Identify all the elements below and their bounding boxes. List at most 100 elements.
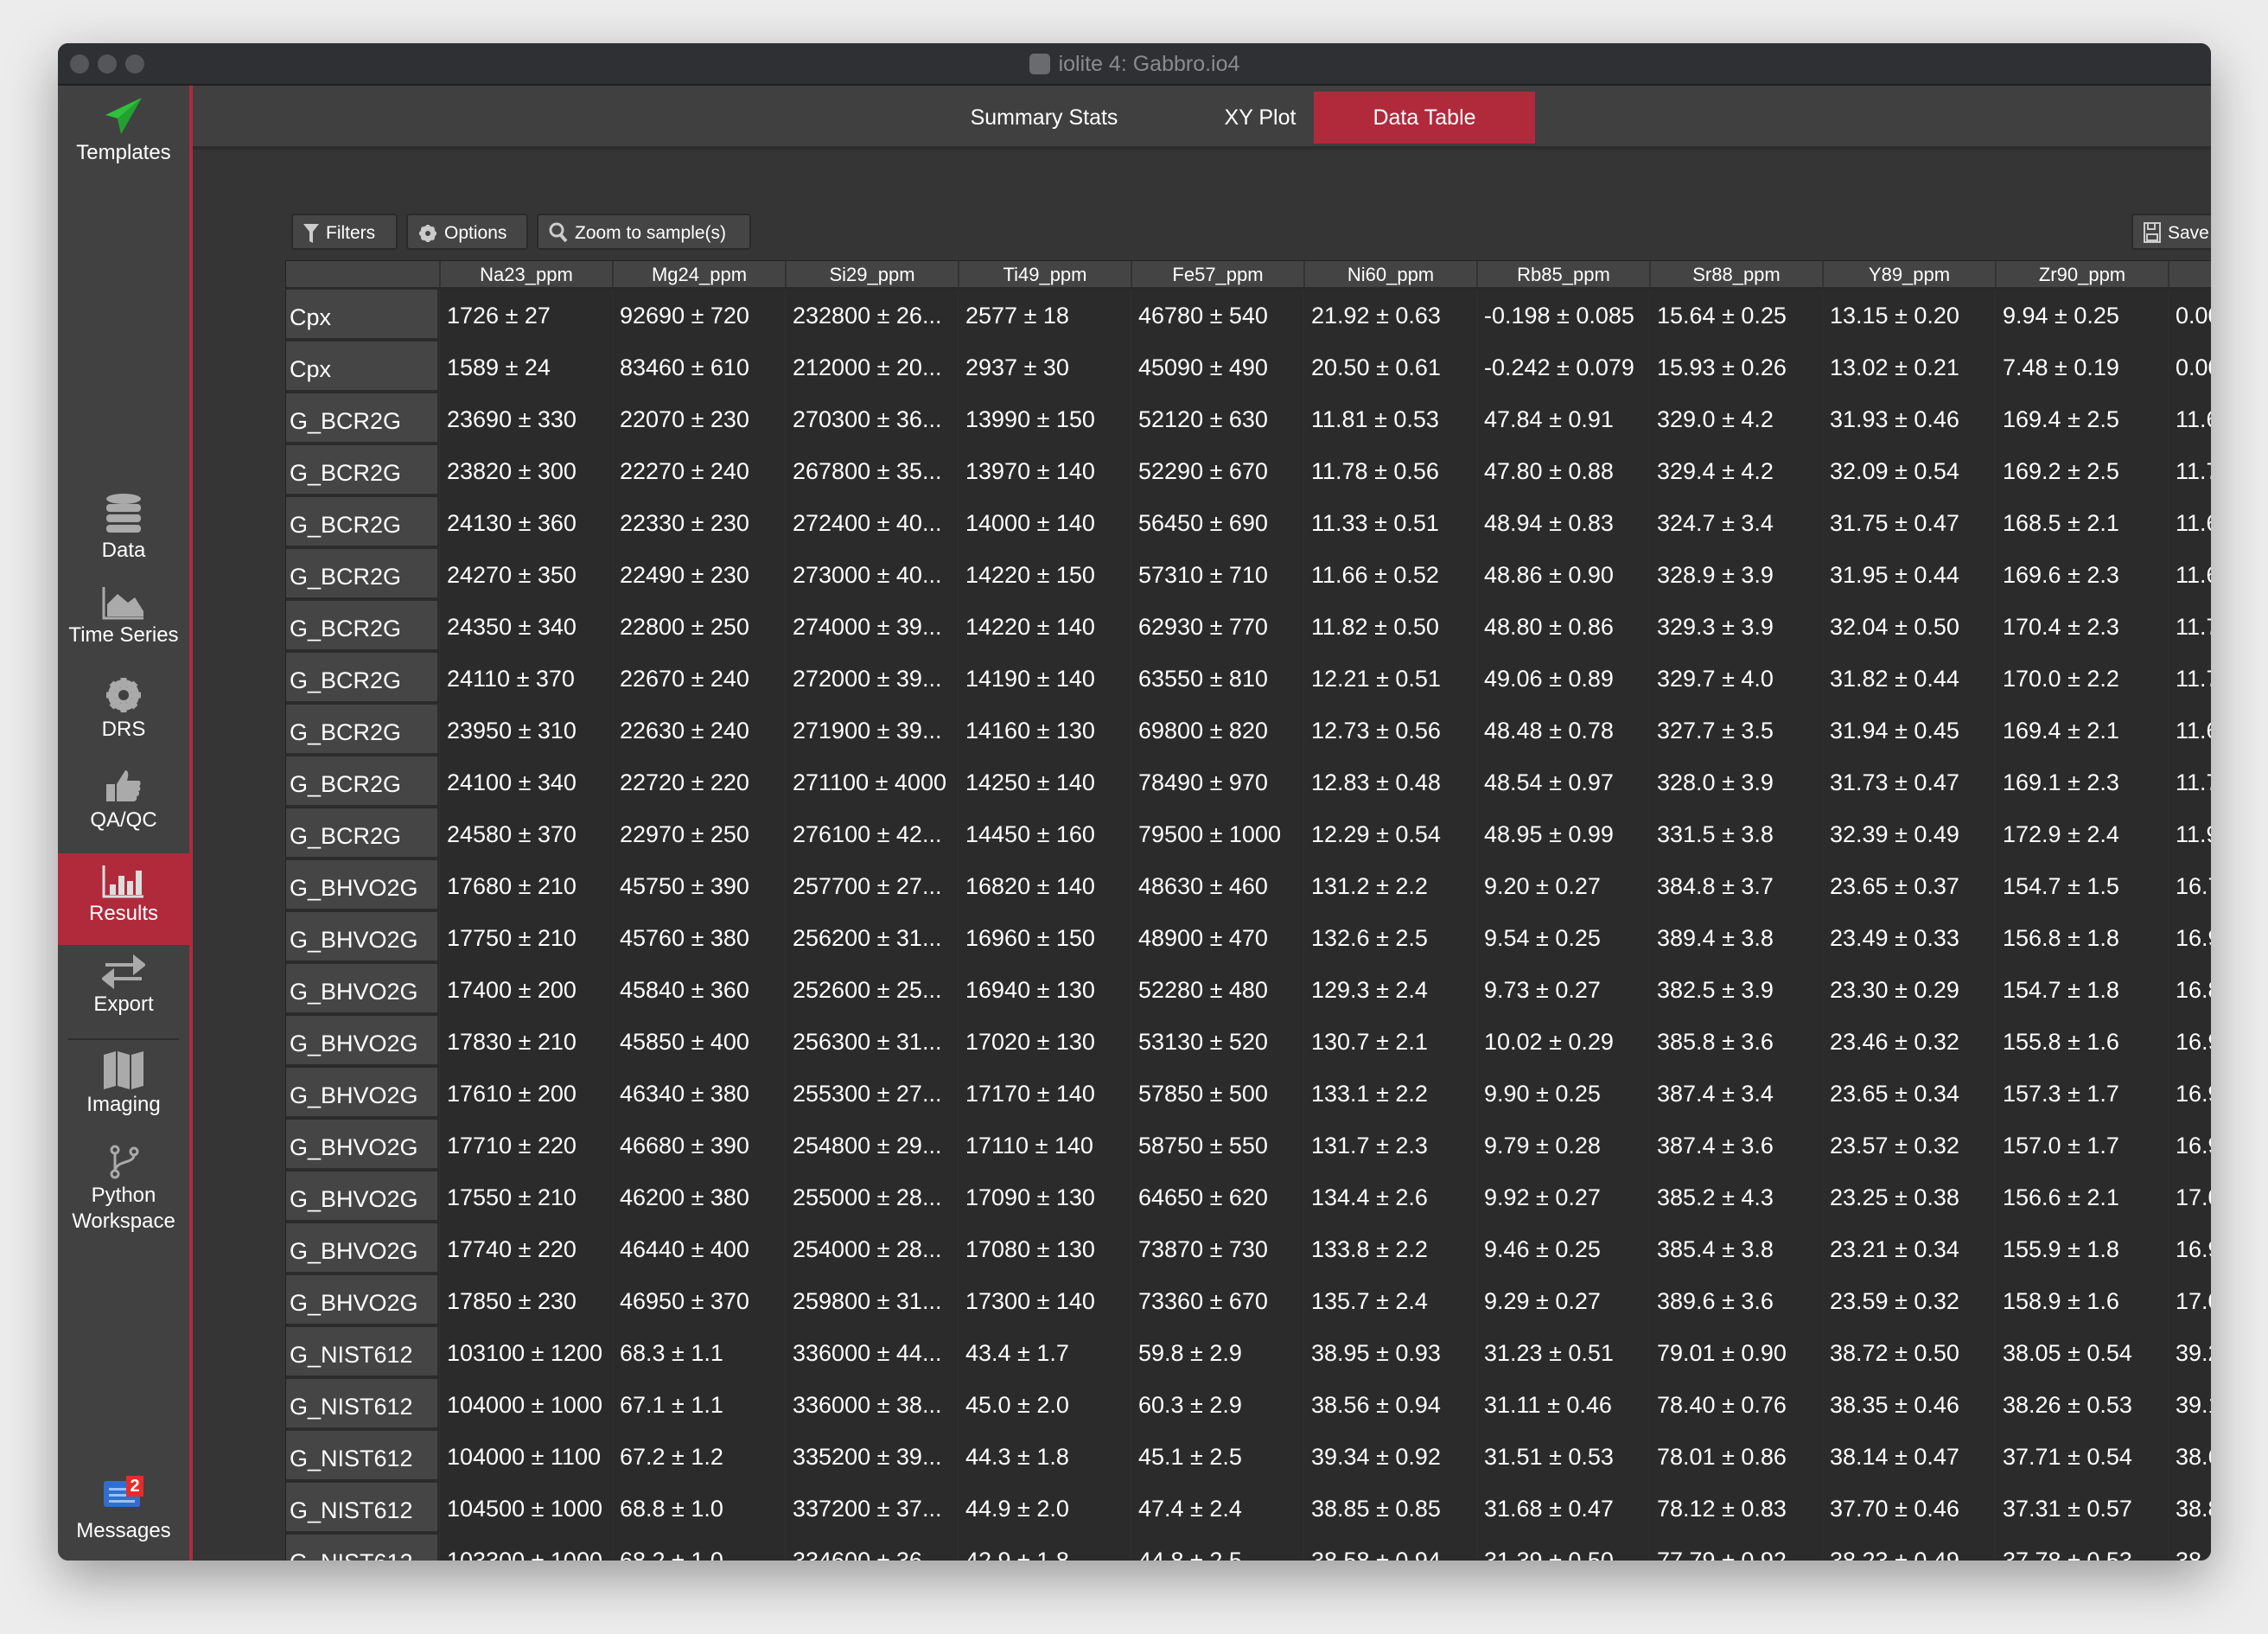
table-cell[interactable]: 38.6 bbox=[2168, 1431, 2211, 1483]
table-cell[interactable]: 11.65 bbox=[2168, 497, 2211, 549]
row-label[interactable]: G_BCR2G bbox=[286, 445, 437, 495]
table-cell[interactable]: 23.30 ± 0.29 bbox=[1822, 964, 1995, 1016]
table-row[interactable]: G_BCR2G 24270 ± 350 22490 ± 230 273000 ± 40… bbox=[286, 549, 2211, 601]
table-cell[interactable]: 337200 ± 37... bbox=[785, 1483, 958, 1535]
table-cell[interactable]: 385.4 ± 3.8 bbox=[1649, 1223, 1822, 1275]
table-cell[interactable]: 78.40 ± 0.76 bbox=[1649, 1379, 1822, 1431]
table-cell[interactable]: 38.26 ± 0.53 bbox=[1995, 1379, 2168, 1431]
table-cell[interactable]: 158.9 ± 1.6 bbox=[1995, 1275, 2168, 1327]
table-cell[interactable]: 31.23 ± 0.51 bbox=[1476, 1327, 1649, 1379]
table-cell[interactable]: 154.7 ± 1.5 bbox=[1995, 860, 2168, 912]
table-cell[interactable]: 38.35 ± 0.46 bbox=[1822, 1379, 1995, 1431]
tab-data-table[interactable]: Data Table bbox=[1314, 92, 1535, 144]
table-cell[interactable]: 12.21 ± 0.51 bbox=[1303, 653, 1476, 705]
table-cell[interactable]: 385.2 ± 4.3 bbox=[1649, 1171, 1822, 1223]
table-cell[interactable]: 48.86 ± 0.90 bbox=[1476, 549, 1649, 601]
row-label[interactable]: G_BCR2G bbox=[286, 705, 437, 755]
save-button[interactable]: Save ▼ bbox=[2131, 214, 2211, 250]
table-cell[interactable]: 49.06 ± 0.89 bbox=[1476, 653, 1649, 705]
table-cell[interactable]: 58750 ± 550 bbox=[1131, 1120, 1303, 1171]
table-cell[interactable]: 31.73 ± 0.47 bbox=[1822, 756, 1995, 808]
table-cell[interactable]: 9.92 ± 0.27 bbox=[1476, 1171, 1649, 1223]
table-row[interactable]: G_NIST612 104000 ± 1000 67.1 ± 1.1 336000 ±… bbox=[286, 1379, 2211, 1431]
table-row[interactable]: Cpx 1589 ± 24 83460 ± 610 212000 ± 20... 293… bbox=[286, 341, 2211, 393]
table-row[interactable]: G_NIST612 103100 ± 1200 68.3 ± 1.1 336000 ±… bbox=[286, 1327, 2211, 1379]
table-cell[interactable]: 334600 ± 36... bbox=[785, 1535, 958, 1561]
table-cell[interactable]: 255300 ± 27... bbox=[785, 1068, 958, 1120]
table-cell[interactable]: 387.4 ± 3.4 bbox=[1649, 1068, 1822, 1120]
table-cell[interactable]: 23.57 ± 0.32 bbox=[1822, 1120, 1995, 1171]
table-cell[interactable]: 22070 ± 230 bbox=[612, 393, 785, 445]
table-cell[interactable]: 23820 ± 300 bbox=[439, 445, 612, 497]
table-cell[interactable]: 22490 ± 230 bbox=[612, 549, 785, 601]
table-cell[interactable]: 2937 ± 30 bbox=[958, 341, 1131, 393]
column-header[interactable]: Ni60_ppm bbox=[1303, 261, 1476, 287]
table-row[interactable]: Cpx 1726 ± 27 92690 ± 720 232800 ± 26... 257… bbox=[286, 290, 2211, 341]
table-cell[interactable]: 37.70 ± 0.46 bbox=[1822, 1483, 1995, 1535]
table-cell[interactable]: 14220 ± 140 bbox=[958, 601, 1131, 653]
table-cell[interactable]: 1589 ± 24 bbox=[439, 341, 612, 393]
table-cell[interactable]: 31.75 ± 0.47 bbox=[1822, 497, 1995, 549]
table-cell[interactable]: 22330 ± 230 bbox=[612, 497, 785, 549]
table-cell[interactable]: 13.15 ± 0.20 bbox=[1822, 290, 1995, 341]
table-cell[interactable]: 38.72 ± 0.50 bbox=[1822, 1327, 1995, 1379]
table-cell[interactable]: 17080 ± 130 bbox=[958, 1223, 1131, 1275]
table-cell[interactable]: 31.51 ± 0.53 bbox=[1476, 1431, 1649, 1483]
table-cell[interactable]: 45750 ± 390 bbox=[612, 860, 785, 912]
table-cell[interactable]: 39.2 bbox=[2168, 1327, 2211, 1379]
table-cell[interactable]: 267800 ± 35... bbox=[785, 445, 958, 497]
table-cell[interactable]: 23.65 ± 0.37 bbox=[1822, 860, 1995, 912]
row-label[interactable]: Cpx bbox=[286, 290, 437, 340]
table-cell[interactable]: 24580 ± 370 bbox=[439, 808, 612, 860]
table-cell[interactable]: 44.9 ± 2.0 bbox=[958, 1483, 1131, 1535]
table-cell[interactable]: -0.242 ± 0.079 bbox=[1476, 341, 1649, 393]
table-cell[interactable]: 64650 ± 620 bbox=[1131, 1171, 1303, 1223]
column-header[interactable]: Mg24_ppm bbox=[612, 261, 785, 287]
table-cell[interactable]: 256300 ± 31... bbox=[785, 1016, 958, 1068]
table-cell[interactable]: 31.93 ± 0.46 bbox=[1822, 393, 1995, 445]
table-cell[interactable]: 169.4 ± 2.5 bbox=[1995, 393, 2168, 445]
table-cell[interactable]: 131.7 ± 2.3 bbox=[1303, 1120, 1476, 1171]
table-cell[interactable]: 45760 ± 380 bbox=[612, 912, 785, 964]
table-row[interactable]: G_BCR2G 24350 ± 340 22800 ± 250 274000 ± 39… bbox=[286, 601, 2211, 653]
table-cell[interactable]: 73360 ± 670 bbox=[1131, 1275, 1303, 1327]
table-cell[interactable]: 68.2 ± 1.0 bbox=[612, 1535, 785, 1561]
table-cell[interactable]: 23.21 ± 0.34 bbox=[1822, 1223, 1995, 1275]
table-cell[interactable]: 52120 ± 630 bbox=[1131, 393, 1303, 445]
table-cell[interactable]: 79500 ± 1000 bbox=[1131, 808, 1303, 860]
table-row[interactable]: G_NIST612 104000 ± 1100 67.2 ± 1.2 335200 ±… bbox=[286, 1431, 2211, 1483]
table-cell[interactable]: 17.05 bbox=[2168, 1275, 2211, 1327]
column-header[interactable]: Ti49_ppm bbox=[958, 261, 1131, 287]
sidebar-item-data[interactable]: Data bbox=[58, 492, 189, 563]
table-row[interactable]: G_BHVO2G 17680 ± 210 45750 ± 390 257700 ± 2… bbox=[286, 860, 2211, 912]
table-cell[interactable]: 14220 ± 150 bbox=[958, 549, 1131, 601]
table-cell[interactable]: 68.3 ± 1.1 bbox=[612, 1327, 785, 1379]
table-cell[interactable]: 9.94 ± 0.25 bbox=[1995, 290, 2168, 341]
table-cell[interactable]: 23.59 ± 0.32 bbox=[1822, 1275, 1995, 1327]
table-cell[interactable]: 63550 ± 810 bbox=[1131, 653, 1303, 705]
table-cell[interactable]: 135.7 ± 2.4 bbox=[1303, 1275, 1476, 1327]
table-cell[interactable]: 329.7 ± 4.0 bbox=[1649, 653, 1822, 705]
filters-button[interactable]: Filters bbox=[291, 214, 398, 250]
row-label[interactable]: G_BHVO2G bbox=[286, 964, 437, 1014]
table-cell[interactable]: 9.73 ± 0.27 bbox=[1476, 964, 1649, 1016]
table-cell[interactable]: 24270 ± 350 bbox=[439, 549, 612, 601]
table-cell[interactable]: 52280 ± 480 bbox=[1131, 964, 1303, 1016]
table-cell[interactable]: 155.9 ± 1.8 bbox=[1995, 1223, 2168, 1275]
row-label[interactable]: G_BHVO2G bbox=[286, 1068, 437, 1118]
table-cell[interactable]: 155.8 ± 1.6 bbox=[1995, 1016, 2168, 1068]
table-cell[interactable]: 38.23 ± 0.49 bbox=[1822, 1535, 1995, 1561]
table-row[interactable]: G_BHVO2G 17750 ± 210 45760 ± 380 256200 ± 3… bbox=[286, 912, 2211, 964]
column-header[interactable]: Na23_ppm bbox=[439, 261, 612, 287]
zoom-to-samples-button[interactable]: Zoom to sample(s) bbox=[537, 214, 751, 250]
table-cell[interactable]: 17020 ± 130 bbox=[958, 1016, 1131, 1068]
table-cell[interactable]: 46950 ± 370 bbox=[612, 1275, 785, 1327]
table-cell[interactable]: 272400 ± 40... bbox=[785, 497, 958, 549]
table-cell[interactable]: 22970 ± 250 bbox=[612, 808, 785, 860]
table-cell[interactable]: 385.8 ± 3.6 bbox=[1649, 1016, 1822, 1068]
table-cell[interactable]: 17300 ± 140 bbox=[958, 1275, 1131, 1327]
table-cell[interactable]: 328.9 ± 3.9 bbox=[1649, 549, 1822, 601]
table-cell[interactable]: 31.95 ± 0.44 bbox=[1822, 549, 1995, 601]
table-cell[interactable]: 45.1 ± 2.5 bbox=[1131, 1431, 1303, 1483]
table-cell[interactable]: 17610 ± 200 bbox=[439, 1068, 612, 1120]
